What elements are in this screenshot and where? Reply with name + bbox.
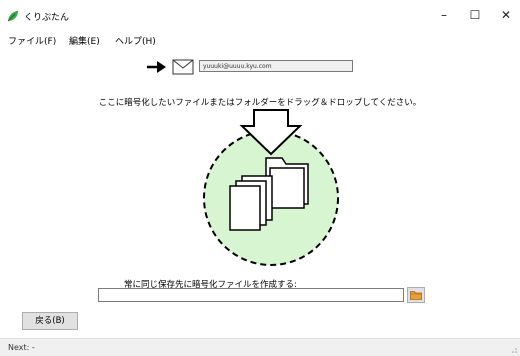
minimize-button[interactable]: – [430,6,458,24]
envelope-icon[interactable] [172,59,194,75]
menu-bar: ファイル(F) 編集(E) ヘルプ(H) [0,32,520,48]
app-leaf-icon [7,11,18,22]
maximize-button[interactable]: ☐ [461,6,489,24]
menu-help[interactable]: ヘルプ(H) [115,34,156,47]
status-bar: Next: - [0,338,520,356]
title-bar: くりぷたん – ☐ ✕ [0,0,520,30]
recipient-email-field[interactable]: yuuuki@uuuu.kyu.com [199,60,353,72]
menu-edit[interactable]: 編集(E) [69,34,100,47]
folder-icon [410,291,422,300]
browse-folder-button[interactable] [407,287,425,303]
right-arrow-icon [147,61,166,73]
file-drop-zone[interactable] [196,102,346,272]
resize-grip-icon[interactable] [511,347,517,353]
status-text: Next: - [8,343,35,352]
save-path-field[interactable] [98,288,404,302]
window-title: くりぷたん [24,13,70,23]
menu-file[interactable]: ファイル(F) [8,34,56,47]
back-button[interactable]: 戻る(B) [22,312,78,330]
close-button[interactable]: ✕ [492,6,520,24]
